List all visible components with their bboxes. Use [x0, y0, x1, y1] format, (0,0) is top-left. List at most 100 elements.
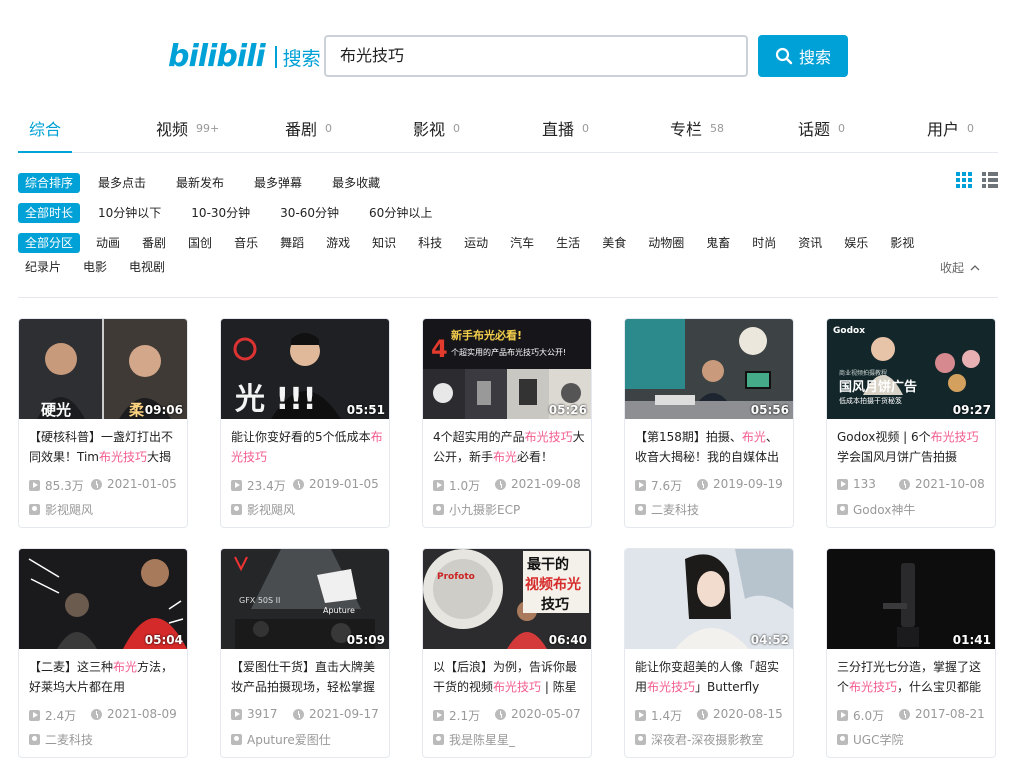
tab-article[interactable]: 专栏 58 [670, 103, 724, 153]
video-thumbnail[interactable]: Godox 商业视频拍摄教程 国风月饼广告 低成本拍摄干货秘笈 09:27 [827, 319, 995, 419]
video-card[interactable]: 4 新手布光必看! 个超实用的产品布光技巧大公开! 05:26 4个超实用的产品… [422, 318, 592, 528]
video-thumbnail[interactable]: 04:52 [625, 549, 793, 649]
zone-option[interactable]: 音乐 [227, 233, 265, 253]
bilibili-logo[interactable]: bilibili 搜索 [168, 42, 321, 72]
upload-date-text: 2017-08-21 [915, 707, 985, 721]
uploader-name: 深夜君-深夜摄影教室 [651, 733, 764, 747]
tab-movie[interactable]: 影视 0 [413, 103, 460, 153]
sort-option[interactable]: 最多弹幕 [247, 173, 309, 193]
video-card[interactable]: 04:52 能让你变超美的人像「超实用布光技巧」Butterfly 1.4万 2… [624, 548, 794, 758]
video-thumbnail[interactable]: 硬光 柔 09:06 [19, 319, 187, 419]
video-title[interactable]: 三分打光七分造，掌握了这个布光技巧，什么宝贝都能 [837, 657, 989, 699]
grid-view-icon[interactable] [956, 172, 972, 188]
zone-option[interactable]: 科技 [411, 233, 449, 253]
video-title[interactable]: 【第158期】拍摄、布光、收音大揭秘！我的自媒体出 [635, 427, 787, 469]
clock-icon [697, 478, 708, 490]
video-thumbnail[interactable]: 4 新手布光必看! 个超实用的产品布光技巧大公开! 05:26 [423, 319, 591, 419]
video-card[interactable]: 05:04 【二麦】这三种布光方法，好莱坞大片都在用 2.4万 2021-08-… [18, 548, 188, 758]
zone-option[interactable]: 娱乐 [837, 233, 875, 253]
uploader-link[interactable]: UGC学院 [837, 731, 903, 748]
sort-option[interactable]: 最多点击 [91, 173, 153, 193]
uploader-link[interactable]: 我是陈星星_ [433, 731, 515, 748]
user-icon [635, 734, 646, 745]
zone-option[interactable]: 番剧 [135, 233, 173, 253]
upload-date: 2017-08-21 [899, 707, 985, 721]
zone-option[interactable]: 资讯 [791, 233, 829, 253]
zone-option[interactable]: 纪录片 [18, 257, 68, 277]
zone-option[interactable]: 电影 [76, 257, 114, 277]
duration-option[interactable]: 10-30分钟 [184, 203, 257, 223]
zone-option[interactable]: 知识 [365, 233, 403, 253]
uploader-link[interactable]: 二麦科技 [635, 501, 699, 518]
zone-option[interactable]: 时尚 [745, 233, 783, 253]
zone-option[interactable]: 国创 [181, 233, 219, 253]
video-thumbnail[interactable]: 光 !!! 05:51 [221, 319, 389, 419]
zone-option[interactable]: 动物圈 [641, 233, 691, 253]
video-title[interactable]: 以【后浪】为例，告诉你最干货的视频布光技巧 | 陈星 [433, 657, 585, 699]
uploader-link[interactable]: Aputure爱图仕 [231, 731, 331, 748]
zone-option[interactable]: 全部分区 [18, 233, 81, 253]
tab-label: 番剧 [285, 120, 318, 139]
sort-option[interactable]: 最新发布 [169, 173, 231, 193]
tab-topic[interactable]: 话题 0 [798, 103, 845, 153]
uploader-name: 二麦科技 [651, 503, 700, 517]
tab-bangumi[interactable]: 番剧 0 [285, 103, 332, 153]
video-title[interactable]: 能让你变超美的人像「超实用布光技巧」Butterfly [635, 657, 787, 699]
duration-option[interactable]: 全部时长 [18, 203, 81, 223]
uploader-link[interactable]: 影视飓风 [231, 501, 295, 518]
video-card[interactable]: 最干的 视频布光 技巧 Profoto 06:40 以【后浪】为例，告诉你最干货… [422, 548, 592, 758]
video-title[interactable]: 【硬核科普】一盏灯打出不同效果！Tim布光技巧大揭 [29, 427, 181, 469]
tab-video[interactable]: 视频 99+ [156, 103, 219, 153]
upload-date-text: 2021-09-08 [511, 477, 581, 491]
video-card[interactable]: 硬光 柔 09:06 【硬核科普】一盏灯打出不同效果！Tim布光技巧大揭 85.… [18, 318, 188, 528]
video-thumbnail[interactable]: 05:56 [625, 319, 793, 419]
thumb-caption: 技巧 [541, 596, 569, 613]
view-count: 85.3万 [29, 477, 84, 494]
thumb-caption: 个超实用的产品布光技巧大公开! [451, 347, 566, 357]
zone-option[interactable]: 鬼畜 [699, 233, 737, 253]
video-thumbnail[interactable]: 最干的 视频布光 技巧 Profoto 06:40 [423, 549, 591, 649]
duration-option[interactable]: 10分钟以下 [91, 203, 168, 223]
duration-option[interactable]: 60分钟以上 [362, 203, 439, 223]
video-thumbnail[interactable]: 05:04 [19, 549, 187, 649]
uploader-link[interactable]: 二麦科技 [29, 731, 93, 748]
zone-option[interactable]: 游戏 [319, 233, 357, 253]
video-card[interactable]: 05:56 【第158期】拍摄、布光、收音大揭秘！我的自媒体出 7.6万 201… [624, 318, 794, 528]
zone-option[interactable]: 动画 [89, 233, 127, 253]
video-card[interactable]: 01:41 三分打光七分造，掌握了这个布光技巧，什么宝贝都能 6.0万 2017… [826, 548, 996, 758]
tab-live[interactable]: 直播 0 [542, 103, 589, 153]
duration-option[interactable]: 30-60分钟 [273, 203, 346, 223]
uploader-link[interactable]: Godox神牛 [837, 501, 915, 518]
sort-option[interactable]: 综合排序 [18, 173, 81, 193]
video-title[interactable]: 能让你变好看的5个低成本布光技巧 [231, 427, 383, 469]
sort-option[interactable]: 最多收藏 [325, 173, 387, 193]
tab-user[interactable]: 用户 0 [927, 103, 974, 153]
video-thumbnail[interactable]: GFX 50S II Aputure 05:09 [221, 549, 389, 649]
uploader-link[interactable]: 小九摄影ECP [433, 501, 520, 518]
zone-option[interactable]: 美食 [595, 233, 633, 253]
zone-option[interactable]: 影视 [883, 233, 921, 253]
zone-option[interactable]: 汽车 [503, 233, 541, 253]
uploader-link[interactable]: 影视飓风 [29, 501, 93, 518]
thumb-caption: 光 !!! [235, 382, 317, 417]
list-view-icon[interactable] [982, 172, 998, 188]
search-input[interactable]: 布光技巧 [324, 35, 748, 77]
zone-option[interactable]: 生活 [549, 233, 587, 253]
tab-all[interactable]: 综合 [29, 103, 61, 153]
video-card[interactable]: 光 !!! 05:51 能让你变好看的5个低成本布光技巧 23.4万 2019-… [220, 318, 390, 528]
zone-option[interactable]: 电视剧 [122, 257, 172, 277]
search-button[interactable]: 搜索 [758, 35, 848, 77]
uploader-link[interactable]: 深夜君-深夜摄影教室 [635, 731, 763, 748]
zone-option[interactable]: 舞蹈 [273, 233, 311, 253]
collapse-filters-button[interactable]: 收起 [940, 259, 980, 276]
video-title[interactable]: 4个超实用的产品布光技巧大公开，新手布光必看！ [433, 427, 585, 469]
video-title[interactable]: 【二麦】这三种布光方法，好莱坞大片都在用 [29, 657, 181, 699]
zone-option[interactable]: 运动 [457, 233, 495, 253]
video-thumbnail[interactable]: 01:41 [827, 549, 995, 649]
view-count: 133 [837, 477, 876, 491]
video-title[interactable]: 【爱图仕干货】直击大牌美妆产品拍摄现场，轻松掌握 [231, 657, 383, 699]
video-title[interactable]: Godox视频 | 6个布光技巧学会国风月饼广告拍摄 [837, 427, 989, 469]
video-card[interactable]: GFX 50S II Aputure 05:09 【爱图仕干货】直击大牌美妆产品… [220, 548, 390, 758]
thumb-caption: 柔 [129, 401, 145, 419]
video-card[interactable]: Godox 商业视频拍摄教程 国风月饼广告 低成本拍摄干货秘笈 09:27 Go… [826, 318, 996, 528]
